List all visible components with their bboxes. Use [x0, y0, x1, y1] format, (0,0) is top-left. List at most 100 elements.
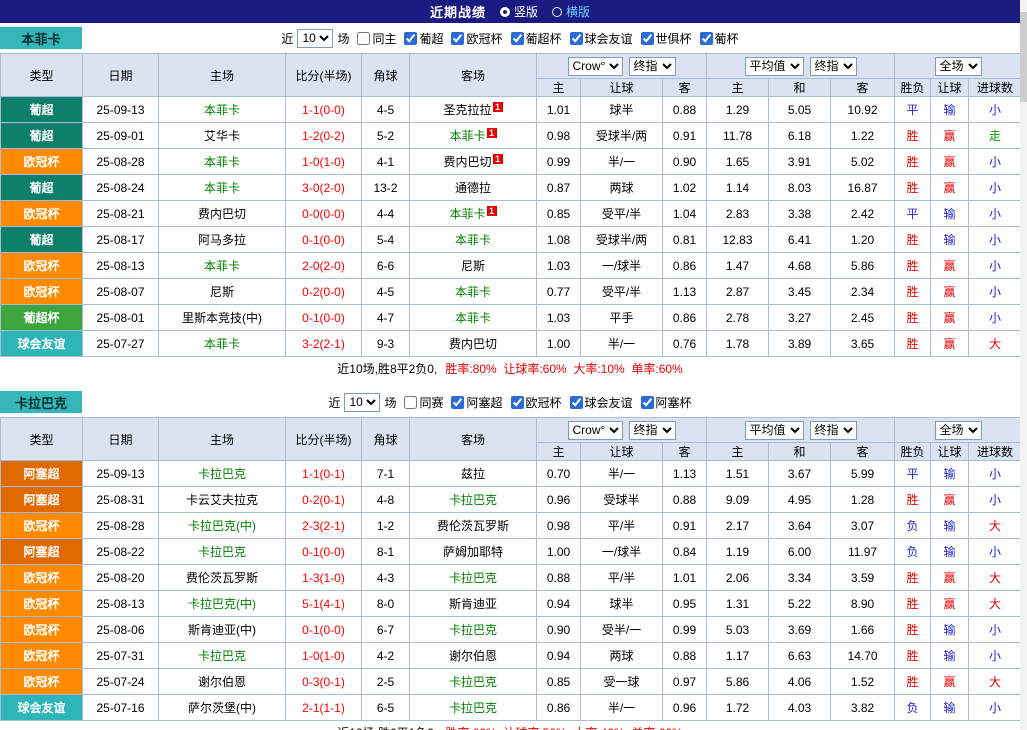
bookmaker-select[interactable]: Crow° — [568, 421, 623, 440]
goals-result: 大 — [969, 669, 1022, 695]
away-team: 卡拉巴克 — [449, 701, 497, 715]
column-header: 比分(半场) — [286, 54, 362, 97]
recent-count-select[interactable]: 10 — [297, 29, 333, 48]
corner-score: 4-4 — [362, 201, 410, 227]
match-row: 欧冠杯25-08-20费伦茨瓦罗斯1-3(1-0)4-3卡拉巴克0.88平/半1… — [1, 565, 1022, 591]
goals-result: 小 — [969, 279, 1022, 305]
same-filter-checkbox[interactable] — [357, 32, 370, 45]
avg-draw-odds: 4.95 — [769, 487, 831, 513]
league-filter-checkbox[interactable] — [700, 32, 713, 45]
league-badge: 欧冠杯 — [1, 149, 83, 175]
red-card-badge: 1 — [493, 102, 503, 112]
league-filter-checkbox[interactable] — [451, 32, 464, 45]
match-row: 欧冠杯25-08-21费内巴切0-0(0-0)4-4本菲卡10.85受平/半1.… — [1, 201, 1022, 227]
league-filter-checkbox[interactable] — [570, 396, 583, 409]
league-badge: 阿塞超 — [1, 539, 83, 565]
bookmaker-select[interactable]: Crow° — [568, 57, 623, 76]
home-team-cell: 费伦茨瓦罗斯 — [159, 565, 286, 591]
full-match-select[interactable]: 全场 — [935, 421, 982, 440]
wdl-result: 胜 — [895, 175, 931, 201]
away-odds: 0.81 — [663, 227, 707, 253]
league-filter-checkbox[interactable] — [511, 32, 524, 45]
home-team: 艾华卡 — [204, 129, 240, 143]
home-odds: 0.98 — [537, 123, 581, 149]
layout-option-label: 横版 — [566, 3, 590, 20]
home-team-cell: 本菲卡 — [159, 97, 286, 123]
wdl-result: 胜 — [895, 669, 931, 695]
away-team-cell: 费内巴切 — [410, 331, 537, 357]
summary-record: 近10场,胜6平1负3, — [337, 724, 437, 730]
match-row: 球会友谊25-07-16萨尔茨堡(中)2-1(1-1)6-5卡拉巴克0.86半/… — [1, 695, 1022, 721]
average-odds-header: 平均值终指 — [707, 418, 895, 443]
match-date: 25-09-13 — [83, 97, 159, 123]
league-filter-checkbox[interactable] — [641, 32, 654, 45]
near-label: 近 — [328, 394, 340, 411]
away-team-cell: 卡拉巴克 — [410, 487, 537, 513]
match-row: 欧冠杯25-08-28本菲卡1-0(1-0)4-1费内巴切10.99半/一0.9… — [1, 149, 1022, 175]
avg-away-odds: 2.34 — [831, 279, 895, 305]
column-subheader: 让球 — [581, 79, 663, 97]
avg-draw-odds: 4.06 — [769, 669, 831, 695]
league-filter-label: 阿塞超 — [466, 394, 502, 411]
same-filter-checkbox[interactable] — [404, 396, 417, 409]
full-match-select[interactable]: 全场 — [935, 57, 982, 76]
league-filter-label: 欧冠杯 — [466, 30, 502, 47]
league-filter-label: 葡超 — [419, 30, 443, 47]
handicap-line: 一/球半 — [581, 253, 663, 279]
avg-away-odds: 3.65 — [831, 331, 895, 357]
match-row: 葡超25-08-17阿马多拉0-1(0-0)5-4本菲卡1.08受球半/两0.8… — [1, 227, 1022, 253]
match-row: 欧冠杯25-08-06斯肯迪亚(中)0-1(0-0)6-7卡拉巴克0.90受半/… — [1, 617, 1022, 643]
match-date: 25-08-07 — [83, 279, 159, 305]
average-odds-select[interactable]: 平均值 — [745, 421, 804, 440]
league-filter-label: 欧冠杯 — [526, 394, 562, 411]
handicap-line: 受球半/两 — [581, 227, 663, 253]
goals-result: 小 — [969, 97, 1022, 123]
scrollbar-thumb[interactable] — [1020, 12, 1027, 102]
away-team-cell: 圣克拉拉1 — [410, 97, 537, 123]
layout-option-horizontal[interactable]: 横版 — [552, 3, 590, 20]
avg-home-odds: 12.83 — [707, 227, 769, 253]
average-odds-select[interactable]: 平均值 — [745, 57, 804, 76]
match-score: 1-0(1-0) — [286, 643, 362, 669]
final-odds-select[interactable]: 终指 — [629, 57, 676, 76]
final-odds-select[interactable]: 终指 — [629, 421, 676, 440]
away-team-cell: 谢尔伯恩 — [410, 643, 537, 669]
match-date: 25-08-06 — [83, 617, 159, 643]
league-filter-label: 球会友谊 — [585, 394, 633, 411]
wdl-result: 胜 — [895, 591, 931, 617]
league-filter-label: 葡杯 — [715, 30, 739, 47]
avg-home-odds: 1.17 — [707, 643, 769, 669]
home-odds: 0.77 — [537, 279, 581, 305]
league-filter-checkbox[interactable] — [570, 32, 583, 45]
home-team: 卡拉巴克 — [198, 467, 246, 481]
avg-draw-odds: 3.27 — [769, 305, 831, 331]
match-score: 5-1(4-1) — [286, 591, 362, 617]
handicap-line: 平手 — [581, 305, 663, 331]
final-odds-select[interactable]: 终指 — [810, 421, 857, 440]
scrollbar[interactable] — [1020, 0, 1027, 730]
goals-result: 小 — [969, 201, 1022, 227]
league-filter-checkbox[interactable] — [511, 396, 524, 409]
recent-count-select[interactable]: 10 — [344, 393, 380, 412]
league-filter-checkbox[interactable] — [404, 32, 417, 45]
away-team: 费内巴切 — [449, 337, 497, 351]
match-score: 1-2(0-2) — [286, 123, 362, 149]
handicap-line: 半/一 — [581, 461, 663, 487]
league-filter-checkbox[interactable] — [451, 396, 464, 409]
layout-option-vertical[interactable]: 竖版 — [500, 3, 538, 20]
final-odds-select[interactable]: 终指 — [810, 57, 857, 76]
filter-controls: 近10场同主葡超欧冠杯葡超杯球会友谊世俱杯葡杯 — [281, 29, 738, 48]
away-team-cell: 斯肯迪亚 — [410, 591, 537, 617]
goals-result: 小 — [969, 227, 1022, 253]
corner-score: 4-2 — [362, 643, 410, 669]
league-badge: 葡超 — [1, 97, 83, 123]
away-odds: 0.95 — [663, 591, 707, 617]
league-filter-checkbox[interactable] — [641, 396, 654, 409]
match-row: 葡超25-09-01艾华卡1-2(0-2)5-2本菲卡10.98受球半/两0.9… — [1, 123, 1022, 149]
away-odds: 0.96 — [663, 695, 707, 721]
corner-score: 4-1 — [362, 149, 410, 175]
column-subheader: 让球 — [581, 443, 663, 461]
avg-away-odds: 1.66 — [831, 617, 895, 643]
wdl-result: 胜 — [895, 617, 931, 643]
home-team-cell: 斯肯迪亚(中) — [159, 617, 286, 643]
